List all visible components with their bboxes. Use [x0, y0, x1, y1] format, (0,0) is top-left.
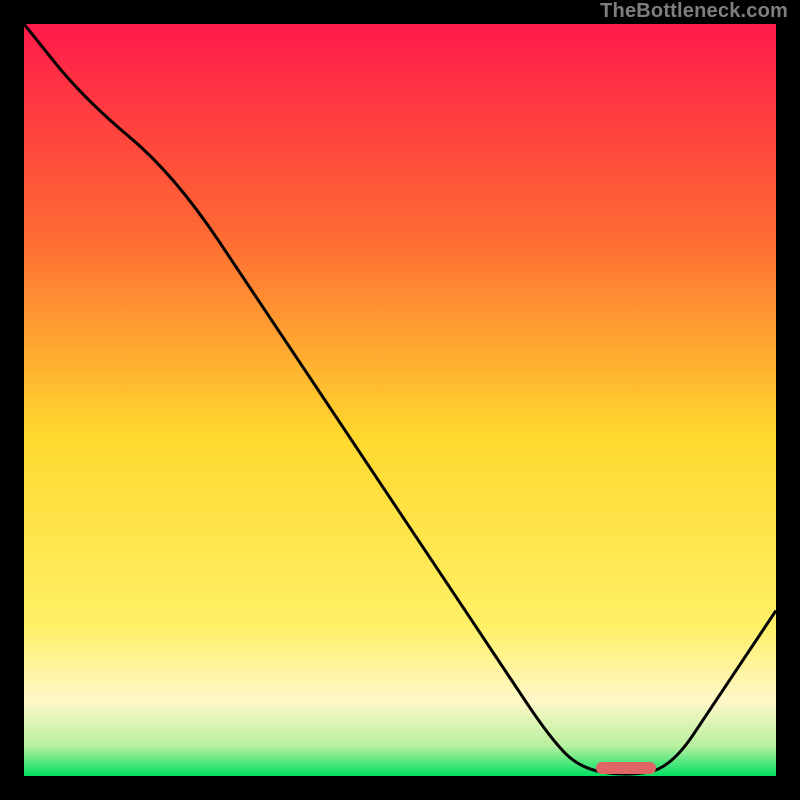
bottleneck-curve — [24, 24, 776, 774]
watermark-text: TheBottleneck.com — [600, 0, 788, 23]
optimal-marker — [596, 762, 656, 774]
chart-container: TheBottleneck.com — [0, 0, 800, 800]
curve-layer — [24, 24, 776, 776]
plot-frame — [22, 22, 778, 778]
